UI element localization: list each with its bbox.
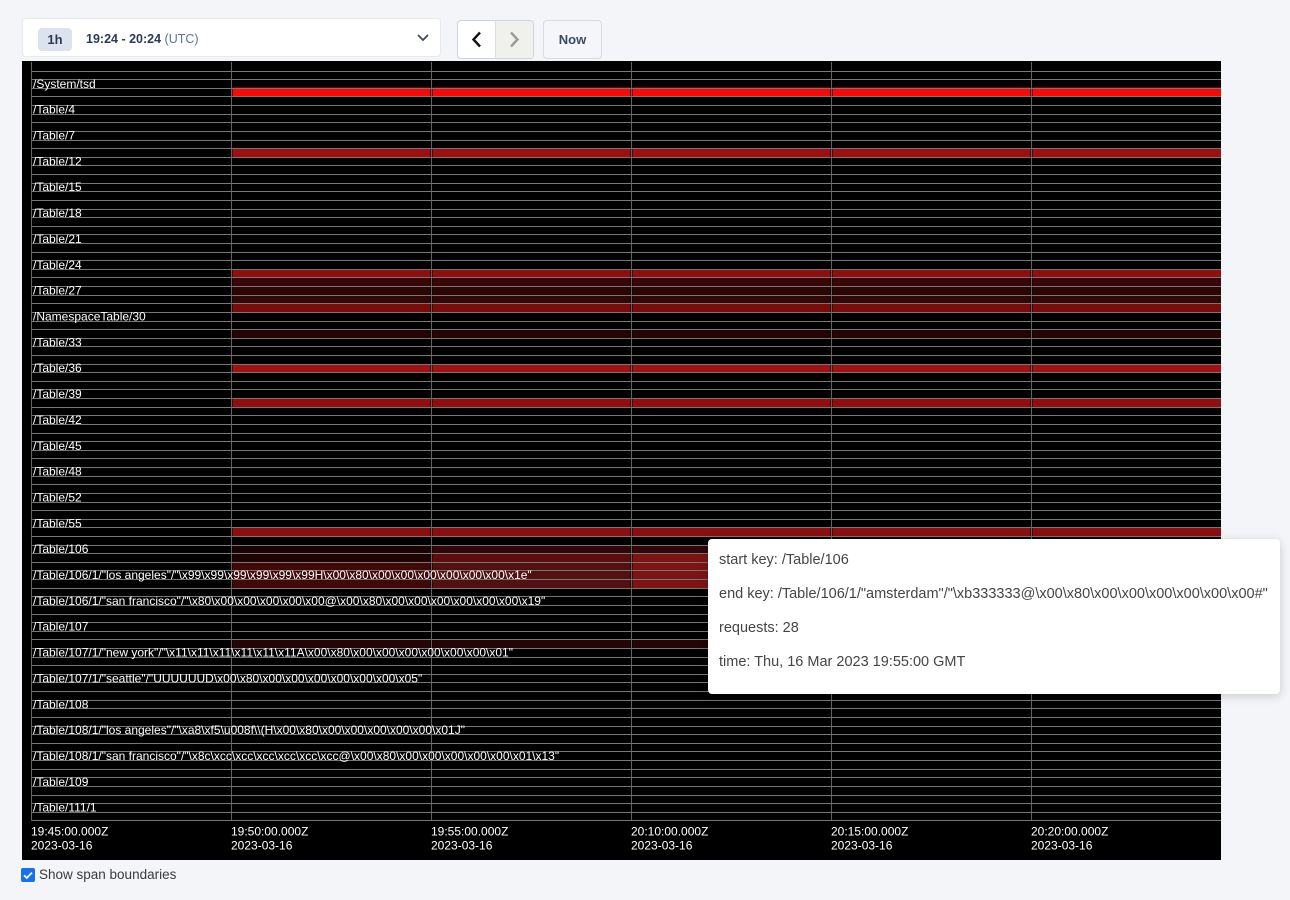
- svg-text:/Table/48: /Table/48: [33, 465, 82, 479]
- svg-text:/Table/107/1/"new york"/"\x11\: /Table/107/1/"new york"/"\x11\x11\x11\x1…: [33, 646, 513, 660]
- svg-text:20:15:00.000Z: 20:15:00.000Z: [831, 825, 908, 839]
- svg-text:/Table/55: /Table/55: [33, 516, 82, 530]
- svg-text:19:55:00.000Z: 19:55:00.000Z: [431, 825, 508, 839]
- svg-text:2023-03-16: 2023-03-16: [431, 839, 493, 853]
- svg-text:/Table/108/1/"los angeles"/"\x: /Table/108/1/"los angeles"/"\xa8\xf5\u00…: [33, 723, 465, 737]
- svg-text:/Table/7: /Table/7: [33, 128, 75, 142]
- svg-text:/Table/108/1/"san francisco"/": /Table/108/1/"san francisco"/"\x8c\xcc\x…: [33, 749, 559, 763]
- svg-text:2023-03-16: 2023-03-16: [831, 839, 893, 853]
- svg-text:/Table/4: /Table/4: [33, 103, 75, 117]
- svg-text:/Table/106/1/"los angeles"/"\x: /Table/106/1/"los angeles"/"\x99\x99\x99…: [33, 568, 532, 582]
- svg-text:/Table/39: /Table/39: [33, 387, 82, 401]
- svg-text:2023-03-16: 2023-03-16: [231, 839, 293, 853]
- svg-text:/Table/45: /Table/45: [33, 439, 82, 453]
- svg-text:20:10:00.000Z: 20:10:00.000Z: [631, 825, 708, 839]
- svg-text:/NamespaceTable/30: /NamespaceTable/30: [33, 309, 146, 323]
- svg-text:/Table/106/1/"san francisco"/": /Table/106/1/"san francisco"/"\x80\x00\x…: [33, 594, 545, 608]
- svg-text:19:50:00.000Z: 19:50:00.000Z: [231, 825, 308, 839]
- svg-text:/Table/36: /Table/36: [33, 361, 82, 375]
- svg-text:/Table/18: /Table/18: [33, 206, 82, 220]
- svg-text:/Table/15: /Table/15: [33, 180, 82, 194]
- svg-text:/Table/52: /Table/52: [33, 490, 82, 504]
- svg-text:/Table/21: /Table/21: [33, 232, 82, 246]
- svg-text:/System/tsd: /System/tsd: [33, 77, 96, 91]
- svg-text:/Table/12: /Table/12: [33, 154, 82, 168]
- svg-text:/Table/108: /Table/108: [33, 697, 89, 711]
- svg-text:/Table/42: /Table/42: [33, 413, 82, 427]
- svg-text:/Table/106: /Table/106: [33, 542, 89, 556]
- svg-text:/Table/111/1: /Table/111/1: [33, 801, 97, 815]
- svg-text:2023-03-16: 2023-03-16: [1031, 839, 1093, 853]
- svg-text:/Table/27: /Table/27: [33, 284, 82, 298]
- svg-text:2023-03-16: 2023-03-16: [631, 839, 693, 853]
- svg-text:/Table/24: /Table/24: [33, 258, 82, 272]
- svg-text:/Table/107: /Table/107: [33, 620, 89, 634]
- svg-text:/Table/109: /Table/109: [33, 775, 89, 789]
- svg-text:/Table/33: /Table/33: [33, 335, 82, 349]
- svg-text:2023-03-16: 2023-03-16: [31, 839, 93, 853]
- svg-text:/Table/107/1/"seattle"/"UUUUUU: /Table/107/1/"seattle"/"UUUUUUD\x00\x80\…: [33, 671, 422, 685]
- svg-text:20:20:00.000Z: 20:20:00.000Z: [1031, 825, 1108, 839]
- svg-text:19:45:00.000Z: 19:45:00.000Z: [31, 825, 108, 839]
